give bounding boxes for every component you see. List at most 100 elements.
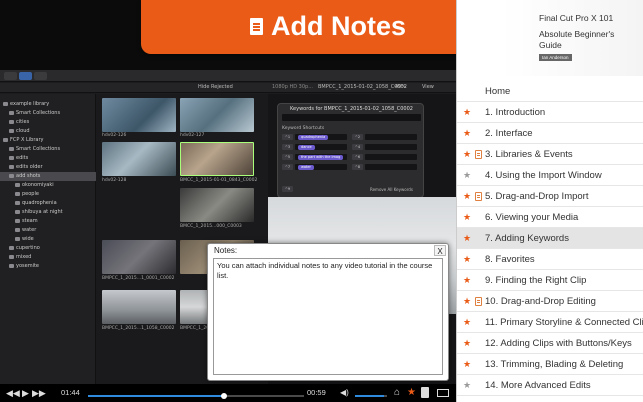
folder-icon (9, 164, 14, 169)
library-sidebar: example library Smart Collections cities… (0, 94, 96, 384)
lesson-label: 5. Drag-and-Drop Import (485, 191, 589, 202)
clip-label: hdv02-127 (180, 133, 205, 138)
library-row: Smart Collections (0, 109, 96, 118)
clip-label: BMCC_1_2015-01-01_0843_C0002 (180, 178, 258, 183)
viewer-view-menu: View (422, 84, 434, 90)
library-row: edits older (0, 163, 96, 172)
favorite-star-icon[interactable]: ★ (463, 106, 471, 118)
keyword-shortcut-key: ^2 (352, 134, 363, 140)
progress-slider[interactable] (88, 393, 304, 399)
lesson-label: 8. Favorites (485, 254, 535, 265)
keyword-shortcut-key: ^9 (282, 186, 293, 192)
hide-rejected-filter: Hide Rejected (198, 84, 233, 90)
keyword-icon (15, 182, 20, 187)
lesson-item[interactable]: ★ 11. Primary Storyline & Connected Clip (457, 312, 643, 333)
elapsed-time: 01:44 (61, 388, 80, 397)
keyword-tag: water (298, 164, 314, 170)
close-button[interactable]: X (434, 245, 446, 256)
favorite-star-icon[interactable]: ★ (463, 337, 471, 349)
fullscreen-icon[interactable] (437, 389, 449, 397)
keyword-shortcut-field (365, 164, 417, 170)
rewind-icon[interactable]: ◀◀ (6, 388, 20, 398)
library-row: edits (0, 154, 96, 163)
lesson-item[interactable]: ★ 10. Drag-and-Drop Editing (457, 291, 643, 312)
course-sidebar: Final Cut Pro X 101 Absolute Beginner's … (456, 0, 643, 402)
course-header: Final Cut Pro X 101 Absolute Beginner's … (457, 0, 643, 76)
home-icon[interactable]: ⌂ (394, 388, 400, 398)
fcp-toolbar (0, 70, 456, 82)
favorite-star-icon[interactable]: ★ (407, 388, 416, 398)
lesson-list: Home ★ 1. Introduction ★ 2. Interface ★ 3. Lib… (457, 81, 643, 396)
lesson-item[interactable]: ★ 1. Introduction (457, 102, 643, 123)
lesson-label: 4. Using the Import Window (485, 170, 602, 181)
lesson-label: 14. More Advanced Edits (485, 380, 591, 391)
note-attached-icon (475, 192, 482, 201)
notes-dialog: Notes: X You can attach individual notes… (207, 243, 449, 381)
favorite-star-icon[interactable]: ★ (463, 358, 471, 370)
favorite-star-icon[interactable]: ★ (463, 253, 471, 265)
favorite-star-icon[interactable]: ★ (463, 379, 471, 391)
volume-icon[interactable]: ◀) (340, 388, 349, 398)
fcp-toolbar-button (34, 72, 47, 80)
library-row: cloud (0, 127, 96, 136)
lesson-item[interactable]: ★ 4. Using the Import Window (457, 165, 643, 186)
library-row: mixed (0, 253, 96, 262)
folder-icon (9, 110, 14, 115)
fcp-toolbar-button (19, 72, 32, 80)
lesson-item[interactable]: ★ 5. Drag-and-Drop Import (457, 186, 643, 207)
folder-icon (9, 155, 14, 160)
viewer-zoom: 49% (395, 84, 407, 90)
favorite-star-icon[interactable]: ★ (463, 127, 471, 139)
lesson-item[interactable]: ★ 3. Libraries & Events (457, 144, 643, 165)
notes-icon[interactable] (421, 387, 429, 398)
keyword-icon (15, 227, 20, 232)
lesson-item[interactable]: Home (457, 81, 643, 102)
lesson-item[interactable]: ★ 13. Trimming, Blading & Deleting (457, 354, 643, 375)
keyword-tag: quadrophenia (298, 134, 329, 140)
clip-format: 1080p HD 30p... (272, 84, 313, 90)
favorite-star-icon[interactable]: ★ (463, 232, 471, 244)
favorite-star-icon[interactable]: ★ (463, 169, 471, 181)
course-author: Ian Anderson (539, 54, 572, 61)
keyword-shortcut-key: ^4 (352, 144, 363, 150)
progress-knob[interactable] (221, 393, 228, 399)
lesson-label: 12. Adding Clips with Buttons/Keys (485, 338, 632, 349)
favorite-star-icon[interactable]: ★ (463, 148, 471, 160)
volume-fill (355, 395, 384, 397)
folder-icon (9, 254, 14, 259)
clip-label: BMPCC_1_2015...1_1058_C0002 (102, 326, 175, 331)
fast-forward-icon[interactable]: ▶▶ (32, 388, 46, 398)
favorite-star-icon[interactable]: ★ (463, 211, 471, 223)
lesson-item[interactable]: ★ 12. Adding Clips with Buttons/Keys (457, 333, 643, 354)
player-controls: ◀◀ ▶ ▶▶ 01:44 00:59 ◀) ⌂ ★ (0, 384, 456, 402)
library-row: people (0, 190, 96, 199)
folder-icon (9, 128, 14, 133)
lesson-item[interactable]: ★ 9. Finding the Right Clip (457, 270, 643, 291)
lesson-label: 13. Trimming, Blading & Deleting (485, 359, 624, 370)
lesson-item[interactable]: ★ 2. Interface (457, 123, 643, 144)
keyword-icon (15, 200, 20, 205)
play-icon[interactable]: ▶ (22, 388, 29, 398)
library-row: cities (0, 118, 96, 127)
volume-slider[interactable] (355, 395, 387, 397)
keyword-icon (15, 218, 20, 223)
favorite-star-icon[interactable]: ★ (463, 274, 471, 286)
favorite-star-icon[interactable]: ★ (463, 295, 471, 307)
keyword-shortcuts-label: Keyword Shortcuts (282, 126, 325, 131)
fcp-browser-bar: Hide Rejected 1080p HD 30p... BMPCC_1_20… (0, 83, 456, 93)
favorite-star-icon[interactable]: ★ (463, 316, 471, 328)
keyword-tag: the part with the imag (298, 154, 344, 160)
notes-textarea[interactable]: You can attach individual notes to any v… (213, 258, 443, 375)
library-row: water (0, 226, 96, 235)
feature-banner: Add Notes (141, 0, 500, 54)
keyword-tag: dance (298, 144, 315, 150)
keyword-shortcut-field (365, 134, 417, 140)
lesson-item[interactable]: ★ 6. Viewing your Media (457, 207, 643, 228)
keyword-icon (15, 209, 20, 214)
lesson-item[interactable]: ★ 14. More Advanced Edits (457, 375, 643, 396)
lesson-item[interactable]: ★ 8. Favorites (457, 249, 643, 270)
lesson-label: 3. Libraries & Events (485, 149, 573, 160)
favorite-star-icon[interactable]: ★ (463, 190, 471, 202)
folder-icon (9, 173, 14, 178)
lesson-item[interactable]: ★ 7. Adding Keywords (457, 228, 643, 249)
